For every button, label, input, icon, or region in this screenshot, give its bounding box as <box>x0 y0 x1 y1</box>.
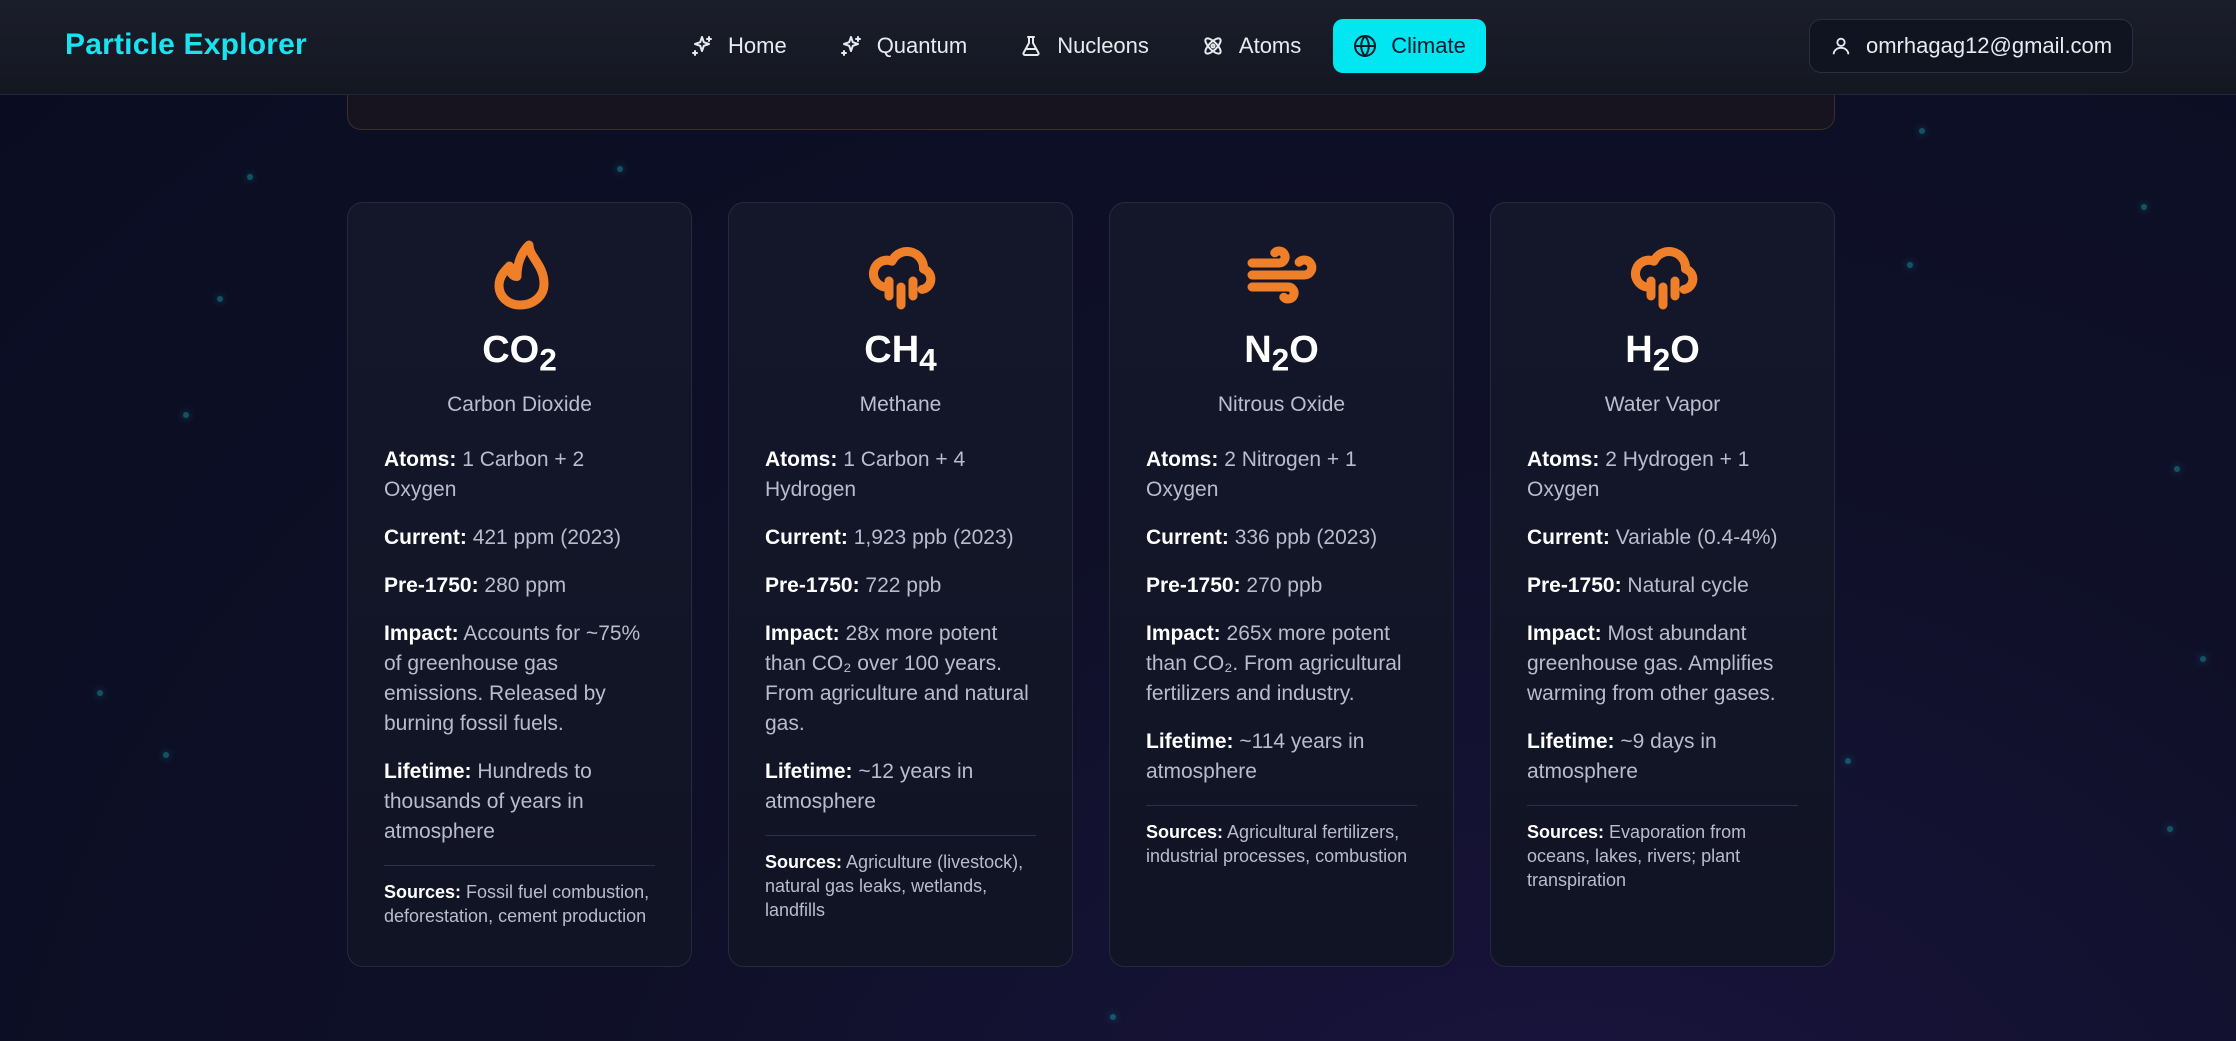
gas-formula: CH4 <box>864 329 937 378</box>
current-row: Current: 336 ppb (2023) <box>1146 525 1378 549</box>
atoms-row: Atoms: 2 Hydrogen + 1 Oxygen <box>1527 447 1750 501</box>
impact-row: Impact: Accounts for ~75% of greenhouse … <box>384 621 641 735</box>
lifetime-row: Lifetime: ~9 days in atmosphere <box>1527 729 1717 783</box>
flask-icon <box>1022 36 1040 56</box>
gas-name: Methane <box>859 392 942 416</box>
sources-row: Sources: Agricultural fertilizers, indus… <box>1146 821 1408 866</box>
gas-cards: CO2 Carbon Dioxide Atoms: 1 Carbon + 2 O… <box>347 202 1835 967</box>
gas-name: Water Vapor <box>1604 392 1721 416</box>
impact-row: Impact: Most abundant greenhouse gas. Am… <box>1527 621 1776 705</box>
pre1750-row: Pre-1750: 722 ppb <box>765 573 942 597</box>
lifetime-row: Lifetime: ~114 years in atmosphere <box>1146 729 1365 783</box>
lifetime-row: Lifetime: Hundreds to thousands of years… <box>384 759 592 843</box>
globe-icon <box>1354 35 1377 57</box>
nav-climate[interactable]: Climate <box>1333 19 1486 73</box>
nav-quantum[interactable]: Quantum <box>819 19 988 73</box>
pre1750-row: Pre-1750: 270 ppb <box>1146 573 1323 597</box>
gas-card-n2o: N2O Nitrous Oxide Atoms: 2 Nitrogen + 1 … <box>1109 202 1454 967</box>
flame-icon <box>494 240 548 310</box>
nav-nucleons[interactable]: Nucleons <box>999 19 1169 73</box>
pre1750-row: Pre-1750: 280 ppm <box>384 573 567 597</box>
gas-formula: H2O <box>1625 329 1700 378</box>
sources-row: Sources: Agriculture (livestock), natura… <box>765 851 1024 920</box>
divider <box>1527 804 1798 806</box>
current-row: Current: Variable (0.4-4%) <box>1527 525 1778 549</box>
gas-card-h2o: H2O Water Vapor Atoms: 2 Hydrogen + 1 Ox… <box>1490 202 1835 967</box>
atoms-row: Atoms: 2 Nitrogen + 1 Oxygen <box>1146 447 1357 501</box>
nav-home[interactable]: Home <box>670 19 807 73</box>
gas-name: Carbon Dioxide <box>447 392 592 416</box>
impact-row: Impact: 28x more potent than CO₂ over 10… <box>765 621 1029 735</box>
sources-row: Sources: Evaporation from oceans, lakes,… <box>1527 821 1747 890</box>
atoms-row: Atoms: 1 Carbon + 2 Oxygen <box>384 447 585 501</box>
gas-card-ch4: CH4 Methane Atoms: 1 Carbon + 4 Hydrogen… <box>728 202 1073 967</box>
main-nav: Home Quantum Nucleons Atoms Climate <box>670 19 1486 73</box>
current-row: Current: 1,923 ppb (2023) <box>765 525 1014 549</box>
gas-card-co2: CO2 Carbon Dioxide Atoms: 1 Carbon + 2 O… <box>347 202 692 967</box>
nav-nucleons-label: Nucleons <box>1057 33 1149 58</box>
nav-atoms-label: Atoms <box>1238 33 1302 58</box>
top-navbar: Particle Explorer Home Quantum Nucleons … <box>0 0 2236 95</box>
sparkles-icon <box>692 36 712 56</box>
lifetime-row: Lifetime: ~12 years in atmosphere <box>765 759 974 813</box>
current-row: Current: 421 ppm (2023) <box>384 525 621 549</box>
sparkles-icon <box>840 36 861 56</box>
gas-name: Nitrous Oxide <box>1217 392 1346 416</box>
cloud-rain-icon <box>1630 247 1697 310</box>
nav-home-label: Home <box>728 33 787 58</box>
nav-climate-label: Climate <box>1391 33 1466 58</box>
divider <box>384 864 655 866</box>
impact-row: Impact: 265x more potent than CO₂. From … <box>1146 621 1402 705</box>
nav-atoms[interactable]: Atoms <box>1181 19 1321 73</box>
atom-icon <box>1204 37 1222 55</box>
nav-quantum-label: Quantum <box>876 33 968 58</box>
atoms-row: Atoms: 1 Carbon + 4 Hydrogen <box>765 447 966 501</box>
brand-logo[interactable]: Particle Explorer <box>65 28 307 62</box>
divider <box>1146 804 1417 806</box>
gas-formula: CO2 <box>482 329 557 378</box>
cloud-rain-icon <box>868 247 935 310</box>
user-email: omrhagag12@gmail.com <box>1866 33 2113 58</box>
pre1750-row: Pre-1750: Natural cycle <box>1527 573 1749 597</box>
user-icon <box>1832 37 1850 55</box>
divider <box>765 834 1036 836</box>
wind-icon <box>1247 246 1316 304</box>
sources-row: Sources: Fossil fuel combustion, defores… <box>384 881 650 926</box>
gas-formula: N2O <box>1244 329 1319 378</box>
user-account-button[interactable]: omrhagag12@gmail.com <box>1809 19 2134 73</box>
